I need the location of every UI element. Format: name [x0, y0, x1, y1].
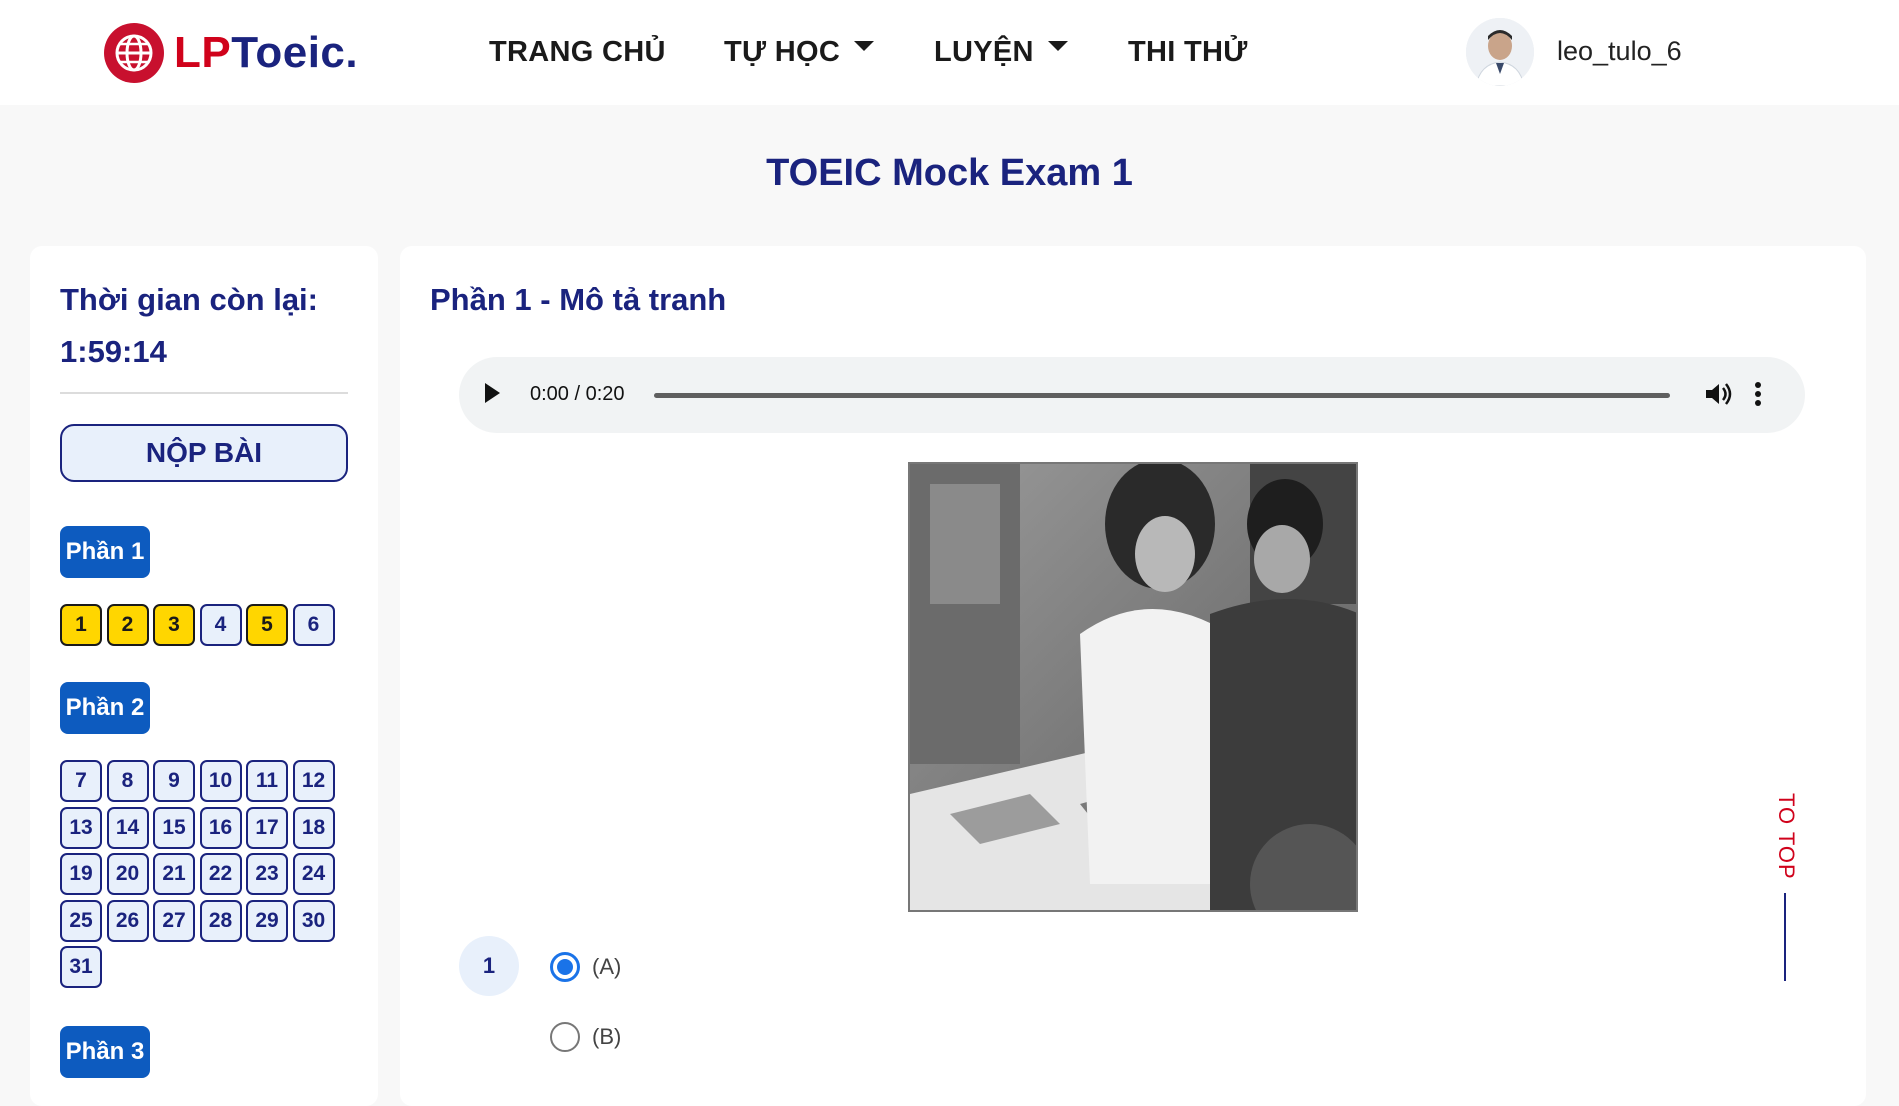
caret-down-icon	[854, 41, 875, 51]
question-nav-button[interactable]: 27	[153, 899, 195, 942]
submit-button[interactable]: NỘP BÀI	[60, 424, 348, 482]
question-nav-button[interactable]: 29	[246, 899, 288, 942]
exam-sidebar: Thời gian còn lại: 1:59:14 NỘP BÀI Phần …	[30, 246, 378, 1106]
logo-suffix: Toeic.	[231, 28, 359, 77]
nav-practice-label: LUYỆN	[934, 35, 1034, 68]
part-2-button[interactable]: Phần 2	[60, 682, 150, 734]
top-navbar: LPToeic. TRANG CHỦ TỰ HỌC LUYỆN THI THỬ …	[0, 0, 1899, 105]
logo-text: LPToeic.	[174, 28, 358, 78]
time-remaining-value: 1:59:14	[60, 334, 167, 369]
question-nav-button[interactable]: 10	[199, 760, 242, 802]
logo-prefix: LP	[174, 28, 232, 77]
question-nav-button[interactable]: 9	[153, 760, 195, 802]
question-nav-button[interactable]: 18	[292, 806, 335, 849]
caret-down-icon	[1047, 41, 1068, 51]
question-nav-button[interactable]: 19	[60, 853, 102, 895]
option-b-label: (B)	[592, 1024, 622, 1049]
question-nav-button[interactable]: 17	[246, 806, 288, 849]
nav-practice[interactable]: LUYỆN	[934, 30, 1068, 74]
to-top-button[interactable]: TO TOP	[1765, 793, 1805, 993]
part-3-button[interactable]: Phần 3	[60, 1026, 150, 1078]
nav-self-study-label: TỰ HỌC	[724, 35, 841, 68]
question-nav-button[interactable]: 26	[106, 899, 149, 942]
question-nav-button[interactable]: 3	[153, 604, 195, 646]
option-b[interactable]: (B)	[550, 1022, 621, 1052]
audio-time: 0:00 / 0:20	[530, 383, 625, 405]
to-top-line	[1784, 893, 1786, 981]
option-a-radio[interactable]	[550, 952, 580, 982]
globe-icon	[104, 23, 164, 83]
question-nav-button[interactable]: 15	[153, 806, 195, 849]
nav-home-label: TRANG CHỦ	[489, 35, 666, 68]
question-nav-button[interactable]: 5	[246, 604, 288, 646]
to-top-label: TO TOP	[1774, 793, 1799, 880]
question-photo	[908, 462, 1358, 912]
question-nav-button[interactable]: 25	[60, 899, 102, 942]
divider	[60, 392, 348, 394]
volume-icon[interactable]	[1703, 379, 1733, 409]
option-b-radio[interactable]	[550, 1022, 580, 1052]
nav-self-study[interactable]: TỰ HỌC	[724, 30, 875, 74]
question-nav-button[interactable]: 11	[246, 760, 288, 802]
question-nav-button[interactable]: 8	[106, 760, 149, 802]
question-nav-button[interactable]: 31	[60, 946, 102, 988]
question-nav-button[interactable]: 13	[60, 806, 102, 849]
logo[interactable]: LPToeic.	[104, 22, 358, 84]
question-nav-button[interactable]: 22	[199, 853, 242, 895]
avatar[interactable]	[1466, 18, 1534, 86]
page-title: TOEIC Mock Exam 1	[766, 152, 1133, 194]
nav-mock-exam[interactable]: THI THỬ	[1128, 30, 1248, 74]
audio-player: 0:00 / 0:20	[459, 357, 1805, 433]
question-nav-button[interactable]: 12	[292, 760, 335, 802]
play-icon[interactable]	[485, 383, 500, 403]
question-nav-button[interactable]: 16	[199, 806, 242, 849]
question-panel: Phần 1 - Mô tả tranh 0:00 / 0:20 1 (A) (…	[400, 246, 1866, 1106]
question-nav-button[interactable]: 4	[199, 604, 242, 646]
nav-mock-exam-label: THI THỬ	[1128, 35, 1248, 68]
part-1-button[interactable]: Phần 1	[60, 526, 150, 578]
question-nav-button[interactable]: 20	[106, 853, 149, 895]
section-title: Phần 1 - Mô tả tranh	[430, 282, 727, 317]
question-nav-button[interactable]: 24	[292, 853, 335, 895]
audio-progress-track[interactable]	[654, 393, 1670, 398]
question-nav-button[interactable]: 21	[153, 853, 195, 895]
question-number: 1	[459, 936, 519, 996]
nav-home[interactable]: TRANG CHỦ	[489, 30, 666, 74]
question-nav-button[interactable]: 23	[246, 853, 288, 895]
more-vertical-icon[interactable]	[1752, 379, 1764, 409]
question-nav-button[interactable]: 6	[292, 604, 335, 646]
question-nav-button[interactable]: 1	[60, 604, 102, 646]
question-nav-button[interactable]: 7	[60, 760, 102, 802]
question-nav-button[interactable]: 30	[292, 899, 335, 942]
question-nav-button[interactable]: 28	[199, 899, 242, 942]
question-nav-button[interactable]: 2	[106, 604, 149, 646]
question-nav-button[interactable]: 14	[106, 806, 149, 849]
time-remaining-label: Thời gian còn lại:	[60, 282, 318, 317]
option-a-label: (A)	[592, 954, 622, 979]
option-a[interactable]: (A)	[550, 952, 621, 982]
username[interactable]: leo_tulo_6	[1557, 36, 1682, 67]
